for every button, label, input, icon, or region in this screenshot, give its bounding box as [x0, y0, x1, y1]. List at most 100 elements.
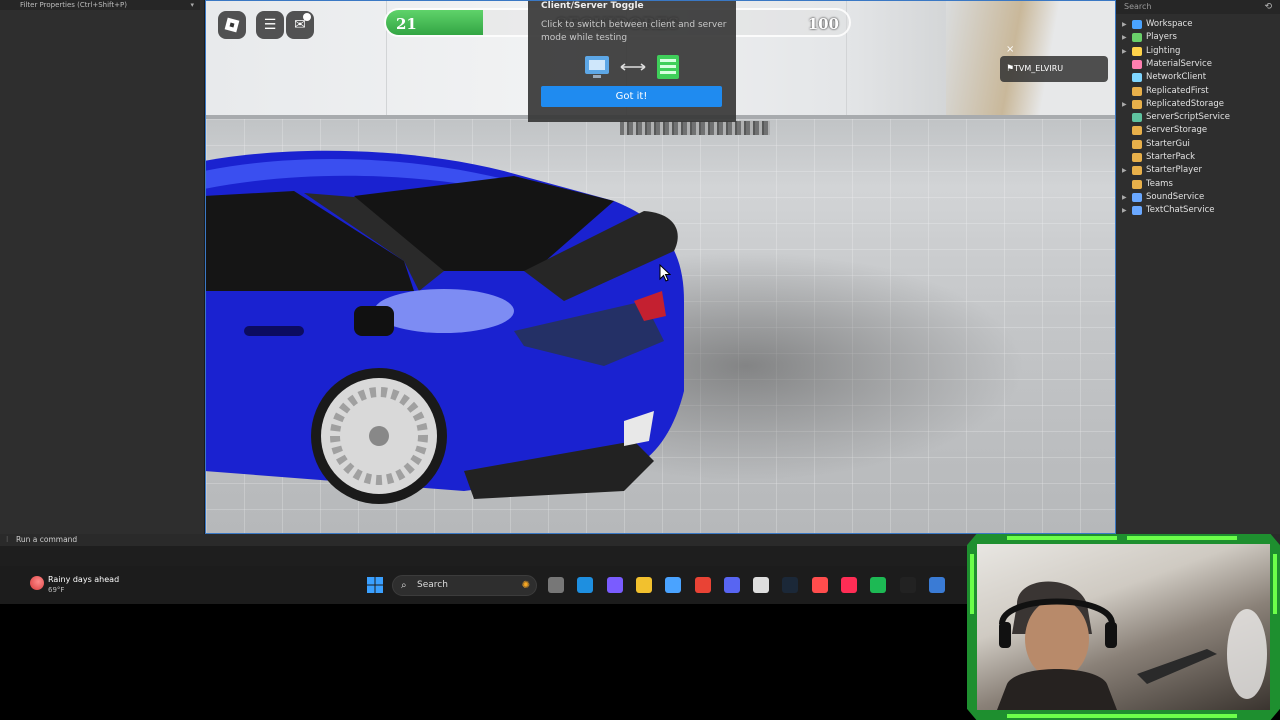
game-viewport[interactable]: ☰ ✉ 21 SEGUIDORES 100 Client/Server Togg…: [205, 0, 1116, 534]
tiktok-icon[interactable]: [841, 577, 857, 593]
explorer-search-input[interactable]: Search ⟲: [1116, 0, 1280, 14]
expand-arrow-icon[interactable]: ▶: [1122, 164, 1132, 177]
folder-icon: [1132, 86, 1142, 96]
taskbar-search-label: Search: [417, 580, 448, 590]
explorer-item-label: ReplicatedFirst: [1146, 85, 1209, 96]
explorer-item-players[interactable]: ▶ Players: [1122, 31, 1177, 44]
explorer-item-label: MaterialService: [1146, 58, 1212, 69]
frame-accent: [1007, 714, 1237, 718]
explorer-item-label: ReplicatedStorage: [1146, 98, 1224, 109]
explorer-panel: Search ⟲ ▶ Workspace ▶ Players ▶ Lighting Mate…: [1116, 0, 1280, 534]
distant-props: [620, 121, 770, 135]
lighting-icon: [1132, 46, 1142, 56]
workspace-icon: [1132, 20, 1142, 29]
expand-arrow-icon[interactable]: ▶: [1122, 18, 1132, 31]
teams-icon: [1132, 179, 1142, 189]
weather-widget[interactable]: Rainy days ahead 69°F: [30, 574, 150, 598]
explorer-item-replicatedfirst[interactable]: ReplicatedFirst: [1122, 85, 1209, 98]
client-server-icons: [585, 55, 679, 79]
roblox-logo-icon: [224, 17, 240, 33]
popup-title: Client/Server Toggle: [541, 1, 644, 11]
explorer-item-textchatservice[interactable]: ▶ TextChatService: [1122, 204, 1214, 217]
client-server-toggle-popup: Client/Server Toggle Click to switch bet…: [528, 1, 736, 122]
expand-arrow-icon[interactable]: ▶: [1122, 45, 1132, 58]
streamer-silhouette: [997, 581, 1267, 710]
storage-icon: [1132, 99, 1142, 109]
history-icon[interactable]: ⟲: [1264, 0, 1272, 14]
player-list-entry[interactable]: ⚑ TVM_ELVIRU: [1000, 56, 1108, 82]
expand-arrow-icon[interactable]: ▶: [1122, 31, 1132, 44]
notepad-icon[interactable]: [928, 577, 945, 593]
storage-icon: [1132, 126, 1142, 136]
roblox-studio-icon[interactable]: [899, 577, 916, 593]
weather-icon: [30, 576, 44, 590]
explorer-item-replicatedstorage[interactable]: ▶ ReplicatedStorage: [1122, 98, 1224, 111]
command-bar-placeholder: Run a command: [16, 535, 78, 544]
properties-filter-placeholder: Filter Properties (Ctrl+Shift+P): [20, 1, 127, 9]
explorer-item-workspace[interactable]: ▶ Workspace: [1122, 18, 1192, 31]
windows-start-icon[interactable]: [367, 577, 383, 593]
explorer-item-materialservice[interactable]: MaterialService: [1122, 58, 1212, 71]
roblox-menu-button[interactable]: [218, 11, 246, 39]
notification-dot: [303, 13, 311, 21]
chat-icon: [1132, 206, 1142, 216]
explorer-item-label: ServerScriptService: [1146, 112, 1230, 123]
explorer-search-placeholder: Search: [1124, 2, 1152, 11]
frame-accent: [970, 554, 974, 614]
premium-icon: ⚑: [1006, 64, 1015, 74]
explorer-item-label: ServerStorage: [1146, 125, 1208, 136]
steam-icon[interactable]: [782, 577, 799, 593]
explorer-item-teams[interactable]: Teams: [1122, 178, 1173, 191]
weather-temperature: 69°F: [48, 586, 65, 594]
discord-icon[interactable]: [723, 577, 740, 593]
explorer-item-serverscriptservice[interactable]: ServerScriptService: [1122, 111, 1230, 124]
player-icon: [1132, 166, 1142, 176]
frame-accent: [1127, 536, 1237, 540]
copilot-icon[interactable]: [606, 577, 623, 593]
obs-icon[interactable]: [753, 577, 770, 593]
explorer-item-label: Lighting: [1146, 45, 1181, 56]
chrome-icon[interactable]: [694, 577, 711, 593]
player-name: TVM_ELVIRU: [1014, 64, 1064, 73]
explorer-item-starterplayer[interactable]: ▶ StarterPlayer: [1122, 164, 1202, 177]
hamburger-menu-button[interactable]: ☰: [256, 11, 284, 39]
search-highlight-icon: ✺: [521, 580, 530, 591]
expand-arrow-icon[interactable]: ▶: [1122, 98, 1132, 111]
chevron-down-icon[interactable]: ▾: [190, 0, 194, 10]
hamburger-icon: ☰: [263, 17, 277, 33]
edge-icon[interactable]: [577, 577, 594, 593]
folder-icon: [1132, 139, 1142, 149]
blue-car-model: [206, 150, 684, 504]
explorer-item-startergui[interactable]: StarterGui: [1122, 138, 1190, 151]
spotify-icon[interactable]: [870, 577, 887, 593]
properties-filter-input[interactable]: Filter Properties (Ctrl+Shift+P) ▾: [0, 0, 200, 10]
command-prompt-icon: ⁝: [6, 535, 9, 544]
explorer-item-serverstorage[interactable]: ServerStorage: [1122, 124, 1207, 137]
network-icon: [1132, 73, 1142, 83]
expand-arrow-icon[interactable]: ▶: [1122, 191, 1132, 204]
explorer-item-label: Players: [1146, 32, 1177, 43]
material-icon: [1132, 59, 1142, 69]
explorer-icon[interactable]: [635, 577, 652, 593]
explorer-item-networkclient[interactable]: NetworkClient: [1122, 71, 1206, 84]
explorer-item-label: Teams: [1146, 178, 1173, 189]
search-icon: ⌕: [401, 580, 407, 591]
script-icon: [1132, 113, 1142, 123]
got-it-button[interactable]: Got it!: [541, 86, 722, 107]
folder-icon: [1132, 153, 1142, 162]
properties-panel: Filter Properties (Ctrl+Shift+P) ▾: [0, 0, 205, 534]
weather-text: Rainy days ahead: [48, 575, 120, 584]
explorer-item-lighting[interactable]: ▶ Lighting: [1122, 45, 1180, 58]
frame-accent: [1273, 554, 1277, 614]
explorer-item-label: SoundService: [1146, 191, 1205, 202]
explorer-item-label: StarterGui: [1146, 138, 1190, 149]
f-app-icon[interactable]: [811, 577, 828, 593]
explorer-item-label: TextChatService: [1146, 205, 1215, 216]
explorer-item-starterpack[interactable]: StarterPack: [1122, 151, 1195, 164]
close-icon[interactable]: ×: [1006, 44, 1014, 55]
explorer-item-soundservice[interactable]: ▶ SoundService: [1122, 191, 1204, 204]
expand-arrow-icon[interactable]: ▶: [1122, 204, 1132, 217]
store-icon[interactable]: [665, 577, 682, 593]
task-view-icon[interactable]: [548, 577, 564, 593]
taskbar-search-box[interactable]: ⌕ Search ✺: [392, 575, 537, 596]
